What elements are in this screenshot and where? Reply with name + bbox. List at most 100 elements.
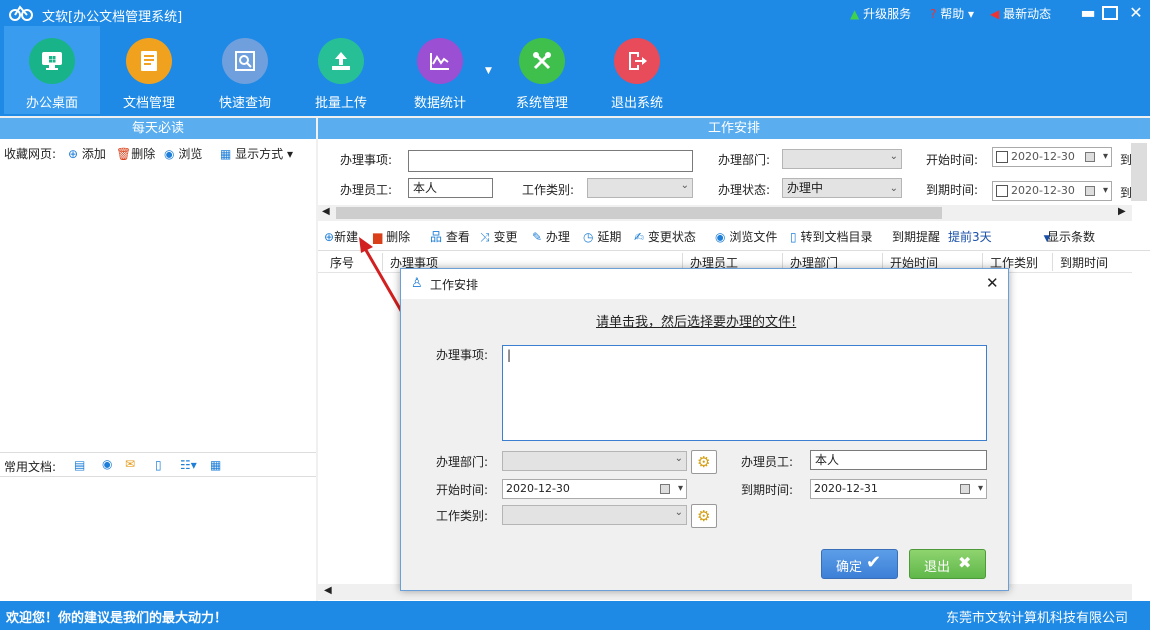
- matter-input[interactable]: [408, 150, 693, 172]
- view-button[interactable]: 品 查看: [430, 228, 470, 245]
- divider: [0, 476, 316, 477]
- news-link[interactable]: ◀ 最新动态: [990, 5, 1051, 22]
- exit-button[interactable]: 退出 ✖: [909, 549, 986, 579]
- upgrade-link[interactable]: ▲ 升级服务: [850, 5, 911, 22]
- dept-label: 办理部门:: [718, 153, 771, 167]
- vertical-scrollbar[interactable]: [1131, 143, 1147, 201]
- scroll-left-icon[interactable]: ◀: [322, 206, 330, 217]
- toolbar-batch-upload[interactable]: 批量上传: [293, 26, 389, 114]
- change-state-button[interactable]: ✍ 变更状态: [634, 228, 696, 245]
- delay-label: 延期: [597, 230, 622, 244]
- dialog-close-button[interactable]: ✕: [986, 274, 999, 292]
- chevron-down-icon: ▾: [1102, 185, 1108, 196]
- checkbox[interactable]: [996, 185, 1008, 197]
- start-date-picker[interactable]: 2020-12-30 ▾: [992, 147, 1112, 167]
- edit-doc-icon: ✍: [634, 230, 645, 244]
- dialog-due-value: 2020-12-31: [814, 482, 878, 495]
- checkmark-icon: ✔: [866, 552, 882, 573]
- display-label: 显示方式: [235, 147, 284, 161]
- dialog-type-select[interactable]: ⌄: [502, 505, 687, 525]
- minimize-button[interactable]: ▬: [1078, 3, 1098, 23]
- dialog-matter-textarea[interactable]: |: [502, 345, 987, 441]
- type-settings-button[interactable]: ⚙: [691, 504, 717, 528]
- change-button[interactable]: ⤨ 变更: [480, 228, 517, 245]
- remind-select[interactable]: 提前3天 ▼: [948, 228, 1051, 245]
- dialog-due-date-picker[interactable]: 2020-12-31 ▾: [810, 479, 987, 499]
- dialog-dept-select[interactable]: ⌄: [502, 451, 687, 471]
- trash-icon: 🗑: [116, 147, 132, 161]
- close-button[interactable]: ✕: [1126, 3, 1146, 23]
- scroll-right-icon[interactable]: ▶: [1118, 206, 1126, 217]
- daily-reading-header: 每天必读: [0, 118, 316, 139]
- horizontal-scrollbar[interactable]: ◀ ▶: [318, 205, 1132, 221]
- toolbar-label: 数据统计: [413, 96, 466, 111]
- select-file-link[interactable]: 请单击我，然后选择要办理的文件!: [596, 311, 796, 330]
- handle-button[interactable]: ✎ 办理: [532, 228, 570, 245]
- toolbar-office-desktop[interactable]: 办公桌面: [4, 26, 100, 114]
- add-favorite-button[interactable]: ⊕ 添加: [68, 145, 106, 162]
- scroll-thumb[interactable]: [336, 207, 942, 219]
- delete-favorite-button[interactable]: 🗑删除: [116, 145, 155, 162]
- due-date-picker[interactable]: 2020-12-30 ▾: [992, 181, 1112, 201]
- checkbox[interactable]: [996, 151, 1008, 163]
- toolbar-data-statistics[interactable]: 数据统计: [392, 26, 488, 114]
- help-label: 帮助: [940, 7, 965, 21]
- toolbar-quick-search[interactable]: 快速查询: [197, 26, 293, 114]
- col-index[interactable]: 序号: [330, 254, 354, 271]
- chevron-down-icon: ▾: [1102, 151, 1108, 162]
- chevron-down-icon[interactable]: ▼: [485, 66, 492, 76]
- chevron-down-icon: ⌄: [674, 453, 683, 464]
- due-label: 到期时间:: [926, 183, 979, 197]
- toolbar-exit-system[interactable]: 退出系统: [589, 26, 685, 114]
- delete-label: 删除: [131, 147, 156, 161]
- confirm-button[interactable]: 确定 ✔: [821, 549, 898, 579]
- tools-icon: [519, 38, 565, 84]
- scroll-left-icon[interactable]: ◀: [324, 585, 332, 596]
- browse-favorite-button[interactable]: ◉ 浏览: [164, 145, 202, 162]
- calendar-icon: [1085, 186, 1095, 196]
- x-icon: ✖: [958, 553, 972, 572]
- eye-icon: ◉: [715, 230, 726, 244]
- favorites-label: 收藏网页:: [4, 147, 57, 161]
- type-select[interactable]: ⌄: [587, 178, 693, 198]
- add-label: 添加: [81, 147, 106, 161]
- due-date-value: 2020-12-30: [1011, 184, 1075, 197]
- toolbar-document-management[interactable]: 文档管理: [101, 26, 197, 114]
- exit-icon: [614, 38, 660, 84]
- dept-select[interactable]: ⌄: [782, 149, 902, 169]
- col-due[interactable]: 到期时间: [1060, 254, 1108, 271]
- calendar-icon: [660, 484, 670, 494]
- help-link[interactable]: ? 帮助 ▾: [930, 5, 974, 22]
- eye-icon[interactable]: ◉: [102, 457, 112, 471]
- browse-file-label: 浏览文件: [729, 230, 778, 244]
- delay-button[interactable]: ◷ 延期: [583, 228, 621, 245]
- mail-icon[interactable]: ✉: [125, 457, 135, 471]
- status-welcome: 欢迎您！你的建议是我们的最大动力！: [6, 611, 228, 626]
- table-icon[interactable]: ▦: [210, 458, 221, 472]
- plus-circle-icon: ⊕: [324, 230, 335, 244]
- dept-settings-button[interactable]: ⚙: [691, 450, 717, 474]
- plus-circle-icon: ⊕: [68, 147, 79, 161]
- list-view-icon[interactable]: ☷▾: [180, 458, 197, 472]
- new-button[interactable]: ⊕新建: [324, 228, 358, 245]
- calendar-icon: [1085, 152, 1095, 162]
- window-icon[interactable]: ▤: [74, 458, 85, 472]
- toolbar-label: 文档管理: [122, 96, 175, 111]
- dialog-start-date-picker[interactable]: 2020-12-30 ▾: [502, 479, 687, 499]
- dialog-title: 工作安排: [430, 278, 479, 292]
- chart-icon: [417, 38, 463, 84]
- status-bar: 欢迎您！你的建议是我们的最大动力！ 东莞市文软计算机科技有限公司: [0, 601, 1150, 630]
- dialog-staff-input[interactable]: 本人: [810, 450, 987, 470]
- browse-file-button[interactable]: ◉ 浏览文件: [715, 228, 777, 245]
- maximize-button[interactable]: [1102, 6, 1118, 20]
- staff-input[interactable]: 本人: [408, 178, 493, 198]
- goto-dir-button[interactable]: ▯ 转到文档目录: [790, 228, 872, 245]
- toolbar-label: 系统管理: [515, 96, 568, 111]
- user-icon: ♙: [411, 276, 423, 291]
- matter-label: 办理事项:: [340, 153, 393, 167]
- chevron-down-icon: ⌄: [680, 180, 689, 191]
- toolbar-system-management[interactable]: 系统管理: [494, 26, 590, 114]
- display-mode-dropdown[interactable]: ▦ 显示方式 ▾: [220, 145, 293, 162]
- file-icon[interactable]: ▯: [155, 458, 162, 472]
- state-select[interactable]: 办理中 ⌄: [782, 178, 902, 198]
